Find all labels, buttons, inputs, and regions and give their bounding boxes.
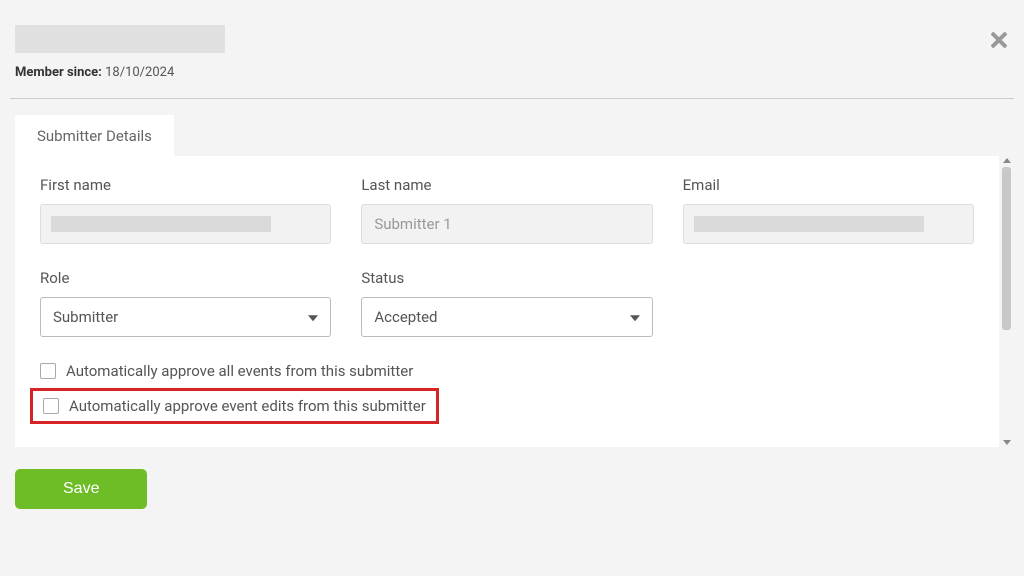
input-first-name[interactable] xyxy=(40,204,331,244)
checkbox-approve-events[interactable] xyxy=(40,363,56,379)
label-email: Email xyxy=(683,176,974,194)
field-last-name: Last name Submitter 1 xyxy=(361,176,652,244)
close-icon[interactable] xyxy=(989,30,1009,50)
panel-wrapper: First name Last name Submitter 1 Email R… xyxy=(10,156,1014,447)
input-email[interactable] xyxy=(683,204,974,244)
label-first-name: First name xyxy=(40,176,331,194)
label-last-name: Last name xyxy=(361,176,652,194)
row-role-status: Role Submitter Status Accepted xyxy=(40,269,974,337)
page-title-redacted xyxy=(15,25,225,53)
select-status-value: Accepted xyxy=(374,308,437,326)
scroll-up-icon[interactable] xyxy=(1003,158,1011,163)
select-role[interactable]: Submitter xyxy=(40,297,331,337)
checkbox-approve-events-row: Automatically approve all events from th… xyxy=(40,362,974,380)
field-status: Status Accepted xyxy=(361,269,652,337)
checkbox-approve-events-label: Automatically approve all events from th… xyxy=(66,362,413,380)
submitter-details-panel: First name Last name Submitter 1 Email R… xyxy=(15,156,999,447)
checkbox-approve-edits-row: Automatically approve event edits from t… xyxy=(30,388,439,424)
checkbox-approve-edits[interactable] xyxy=(43,398,59,414)
member-since-label: Member since: xyxy=(15,65,102,80)
label-status: Status xyxy=(361,269,652,287)
field-spacer xyxy=(683,269,974,337)
divider xyxy=(10,98,1014,99)
save-button[interactable]: Save xyxy=(15,469,147,509)
tabs: Submitter Details xyxy=(15,114,1014,156)
member-since-date: 18/10/2024 xyxy=(105,65,174,80)
input-last-name[interactable]: Submitter 1 xyxy=(361,204,652,244)
field-email: Email xyxy=(683,176,974,244)
select-role-value: Submitter xyxy=(53,308,118,326)
scrollbar[interactable] xyxy=(999,156,1014,447)
scroll-down-icon[interactable] xyxy=(1003,440,1011,445)
label-role: Role xyxy=(40,269,331,287)
checkbox-approve-edits-label: Automatically approve event edits from t… xyxy=(69,397,426,415)
select-status[interactable]: Accepted xyxy=(361,297,652,337)
row-name-email: First name Last name Submitter 1 Email xyxy=(40,176,974,244)
field-first-name: First name xyxy=(40,176,331,244)
tab-submitter-details[interactable]: Submitter Details xyxy=(15,115,174,157)
member-since: Member since: 18/10/2024 xyxy=(15,65,1014,80)
field-role: Role Submitter xyxy=(40,269,331,337)
scroll-thumb[interactable] xyxy=(1002,167,1011,330)
